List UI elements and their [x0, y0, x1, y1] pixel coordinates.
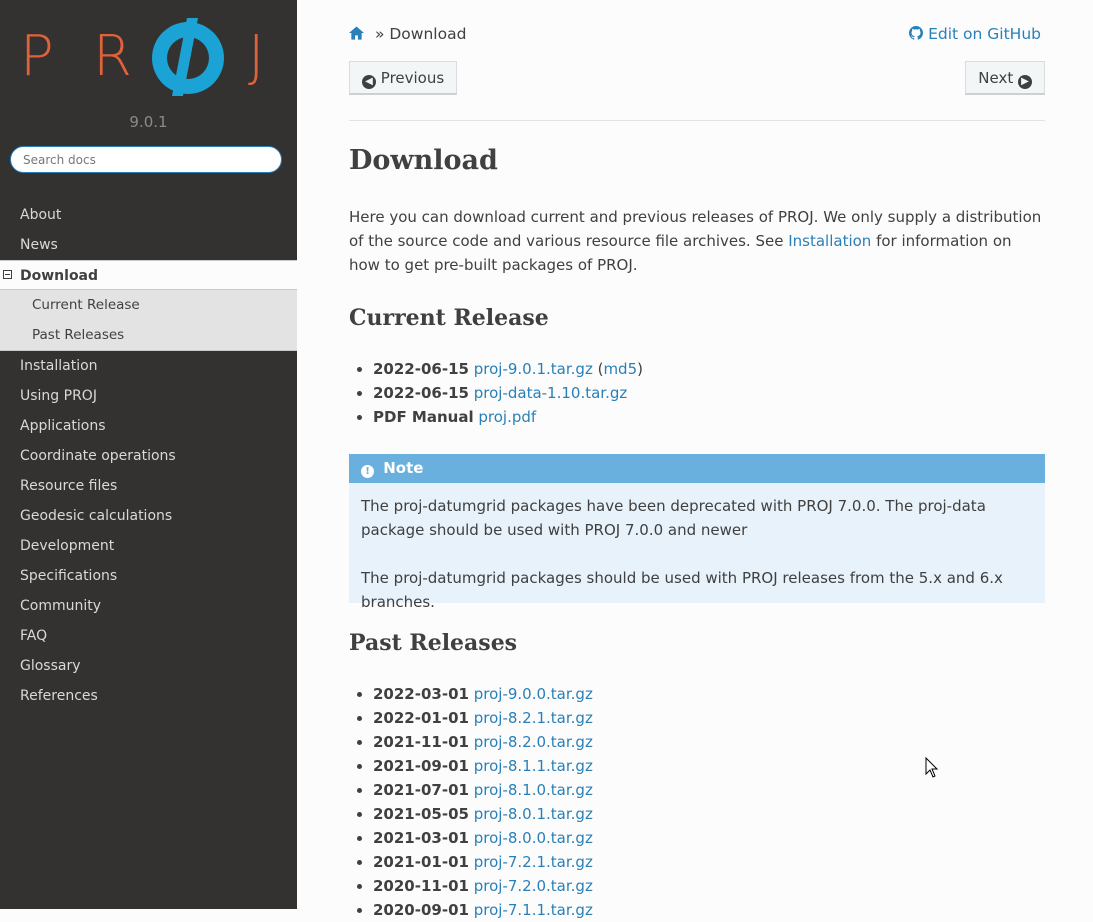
note-box: ! Note The proj-datumgrid packages have … [349, 454, 1045, 611]
breadcrumb-separator: » [374, 25, 385, 43]
mouse-cursor-icon [925, 757, 939, 778]
note-title-label: Note [383, 459, 424, 477]
list-item: 2022-06-15 proj-data-1.10.tar.gz [373, 381, 643, 405]
logo-letter-j: J [248, 24, 265, 89]
download-link[interactable]: proj-7.2.1.tar.gz [474, 853, 593, 871]
current-release-heading: Current Release [349, 305, 549, 331]
note-title: ! Note [349, 454, 1045, 483]
previous-label: Previous [380, 68, 445, 87]
download-submenu: Current Release Past Releases [0, 290, 297, 351]
github-icon [909, 26, 924, 40]
release-date: 2022-01-01 [373, 709, 469, 727]
release-date: 2021-05-05 [373, 805, 469, 823]
release-date: 2022-06-15 [373, 384, 469, 402]
list-item: 2021-09-01 proj-8.1.1.tar.gz [373, 754, 593, 778]
download-link[interactable]: proj-7.2.0.tar.gz [474, 877, 593, 895]
note-paragraph-2: The proj-datumgrid packages should be us… [361, 569, 1003, 611]
sidebar-item-news[interactable]: News [0, 230, 297, 260]
nav-menu: About News Download Current Release Past… [0, 200, 297, 711]
release-date: 2021-03-01 [373, 829, 469, 847]
download-link[interactable]: proj-8.2.0.tar.gz [474, 733, 593, 751]
search-input[interactable] [10, 146, 282, 173]
list-item: 2021-01-01 proj-7.2.1.tar.gz [373, 850, 593, 874]
sidebar-item-applications[interactable]: Applications [0, 411, 297, 441]
sidebar-item-resource-files[interactable]: Resource files [0, 471, 297, 501]
release-label: PDF Manual [373, 408, 474, 426]
intro-paragraph: Here you can download current and previo… [349, 205, 1045, 277]
list-item: PDF Manual proj.pdf [373, 405, 643, 429]
sidebar-item-faq[interactable]: FAQ [0, 621, 297, 651]
divider [349, 120, 1045, 121]
sidebar-item-references[interactable]: References [0, 681, 297, 711]
list-item: 2021-07-01 proj-8.1.0.tar.gz [373, 778, 593, 802]
sidebar-item-development[interactable]: Development [0, 531, 297, 561]
download-link[interactable]: proj-8.1.0.tar.gz [474, 781, 593, 799]
arrow-right-circle-icon: ▶ [1018, 74, 1032, 89]
page-title: Download [349, 145, 498, 176]
sidebar-item-geodesic-calculations[interactable]: Geodesic calculations [0, 501, 297, 531]
download-link[interactable]: proj-8.0.0.tar.gz [474, 829, 593, 847]
breadcrumb-current: Download [389, 25, 467, 43]
download-link[interactable]: proj-8.1.1.tar.gz [474, 757, 593, 775]
sidebar-item-installation[interactable]: Installation [0, 351, 297, 381]
note-paragraph-1: The proj-datumgrid packages have been de… [361, 497, 986, 539]
exclamation-circle-icon: ! [361, 465, 374, 478]
list-item: 2020-09-01 proj-7.1.1.tar.gz [373, 898, 593, 922]
past-releases-heading: Past Releases [349, 630, 518, 656]
sidebar-item-label: Download [20, 268, 99, 284]
next-button[interactable]: Next ▶ [965, 61, 1045, 95]
list-item: 2022-03-01 proj-9.0.0.tar.gz [373, 682, 593, 706]
edit-on-github-link[interactable]: Edit on GitHub [909, 25, 1041, 43]
sidebar: P R J 9.0.1 About News Download Current … [0, 0, 297, 909]
logo-phi-icon [152, 18, 224, 96]
release-date: 2022-03-01 [373, 685, 469, 703]
release-date: 2022-06-15 [373, 360, 469, 378]
release-date: 2021-01-01 [373, 853, 469, 871]
sidebar-item-specifications[interactable]: Specifications [0, 561, 297, 591]
download-link[interactable]: proj-8.2.1.tar.gz [474, 709, 593, 727]
download-link[interactable]: proj-8.0.1.tar.gz [474, 805, 593, 823]
edit-link-label: Edit on GitHub [928, 25, 1041, 43]
installation-link[interactable]: Installation [788, 232, 871, 250]
list-item: 2021-05-05 proj-8.0.1.tar.gz [373, 802, 593, 826]
past-releases-list: 2022-03-01 proj-9.0.0.tar.gz 2022-01-01 … [349, 682, 593, 922]
release-date: 2020-11-01 [373, 877, 469, 895]
arrow-left-circle-icon: ◀ [362, 74, 376, 89]
sidebar-item-coordinate-operations[interactable]: Coordinate operations [0, 441, 297, 471]
next-label: Next [978, 68, 1014, 87]
proj-logo[interactable]: P R J [0, 0, 297, 110]
previous-button[interactable]: ◀ Previous [349, 61, 458, 95]
home-icon[interactable] [349, 26, 364, 40]
sidebar-subitem-current-release[interactable]: Current Release [0, 290, 297, 320]
pdf-link[interactable]: proj.pdf [478, 408, 536, 426]
list-item: 2022-01-01 proj-8.2.1.tar.gz [373, 706, 593, 730]
version-label: 9.0.1 [129, 113, 168, 131]
logo-letter-r: R [93, 24, 132, 89]
list-item: 2022-06-15 proj-9.0.1.tar.gz (md5) [373, 357, 643, 381]
release-date: 2021-07-01 [373, 781, 469, 799]
download-link[interactable]: proj-9.0.0.tar.gz [474, 685, 593, 703]
breadcrumb: » Download [349, 25, 466, 47]
download-link[interactable]: proj-7.1.1.tar.gz [474, 901, 593, 919]
logo-letter-p: P [20, 24, 54, 89]
md5-link[interactable]: md5 [603, 360, 637, 378]
sidebar-item-glossary[interactable]: Glossary [0, 651, 297, 681]
release-date: 2021-09-01 [373, 757, 469, 775]
current-release-list: 2022-06-15 proj-9.0.1.tar.gz (md5) 2022-… [349, 357, 643, 429]
download-link[interactable]: proj-data-1.10.tar.gz [474, 384, 628, 402]
sidebar-item-using-proj[interactable]: Using PROJ [0, 381, 297, 411]
list-item: 2020-11-01 proj-7.2.0.tar.gz [373, 874, 593, 898]
download-link[interactable]: proj-9.0.1.tar.gz [474, 360, 593, 378]
list-item: 2021-03-01 proj-8.0.0.tar.gz [373, 826, 593, 850]
sidebar-subitem-past-releases[interactable]: Past Releases [0, 320, 297, 350]
release-date: 2021-11-01 [373, 733, 469, 751]
list-item: 2021-11-01 proj-8.2.0.tar.gz [373, 730, 593, 754]
sidebar-item-download[interactable]: Download [0, 260, 297, 290]
collapse-icon[interactable] [3, 270, 12, 279]
release-date: 2020-09-01 [373, 901, 469, 919]
sidebar-item-about[interactable]: About [0, 200, 297, 230]
sidebar-item-community[interactable]: Community [0, 591, 297, 621]
